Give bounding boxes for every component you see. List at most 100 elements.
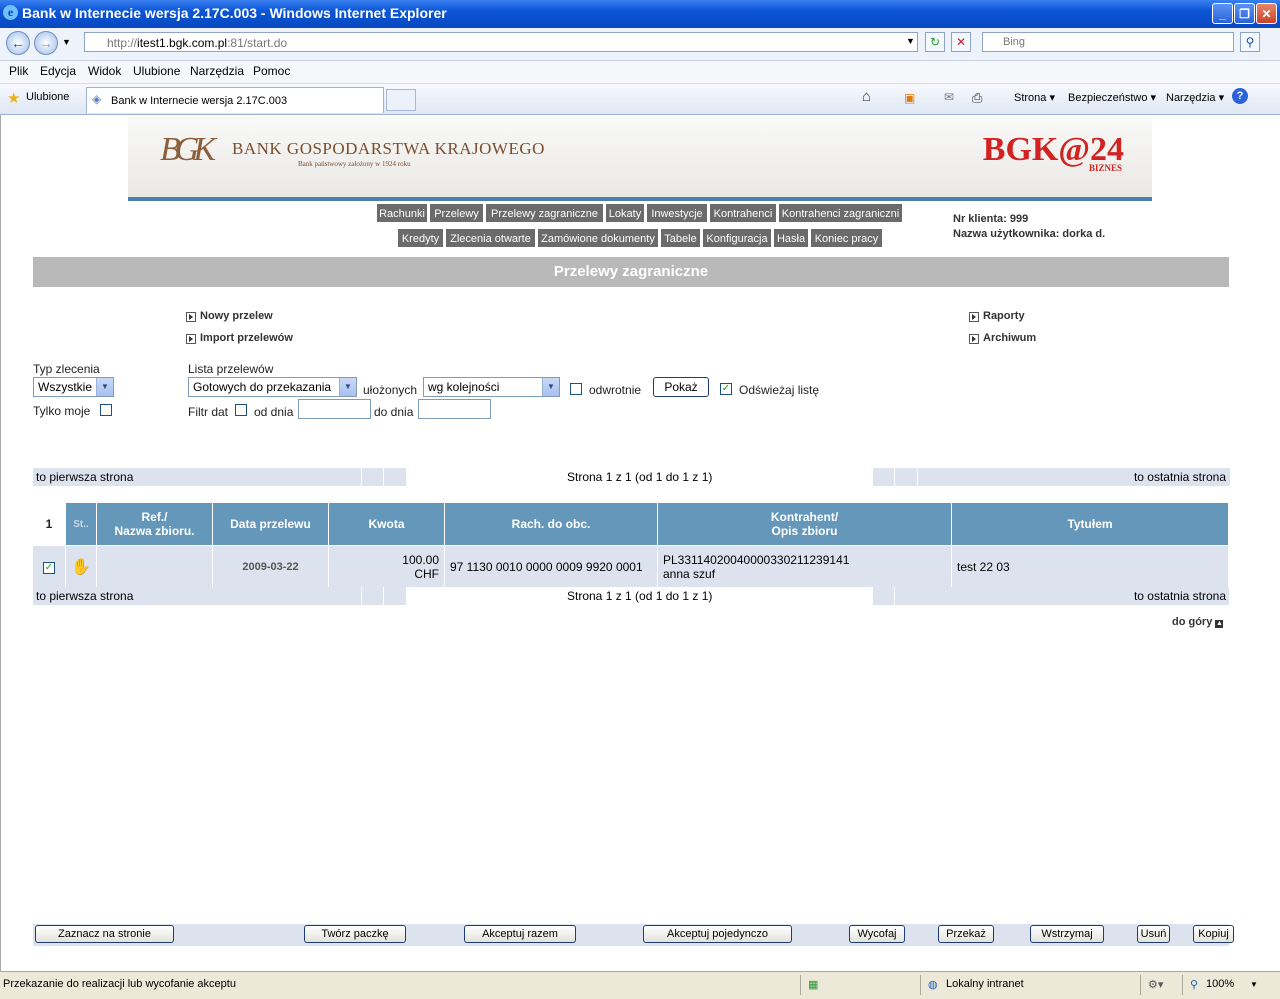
- transfer-list-select[interactable]: Gotowych do przekazania ▼: [188, 377, 357, 397]
- refresh-list-label: Odświeżaj listę: [739, 383, 820, 397]
- refresh-icon[interactable]: ↻: [925, 32, 945, 52]
- bank-name: BANK GOSPODARSTWA KRAJOWEGO: [232, 139, 545, 158]
- sorted-label: ułożonych: [363, 383, 418, 397]
- table-row[interactable]: ✓ ✋ 2009-03-22 100.00 CHF 97 1130 0010 00…: [33, 545, 1229, 587]
- favorites-button[interactable]: Ulubione: [26, 91, 69, 103]
- nav-lokaty[interactable]: Lokaty: [605, 203, 645, 223]
- menu-narzedzia[interactable]: Narzędzia: [190, 64, 244, 78]
- last-page-link[interactable]: to ostatnia strona: [1134, 470, 1226, 484]
- status-column-header[interactable]: St..: [65, 503, 97, 546]
- nav-zamowione-dokumenty[interactable]: Zamówione dokumenty: [537, 228, 659, 248]
- contractor-column-header[interactable]: Kontrahent/Opis zbioru: [657, 503, 952, 546]
- only-mine-checkbox[interactable]: [100, 404, 112, 416]
- tab-active[interactable]: Bank w Internecie wersja 2.17C.003: [86, 87, 384, 113]
- nav-kredyty[interactable]: Kredyty: [397, 228, 444, 248]
- menu-pomoc[interactable]: Pomoc: [253, 64, 290, 78]
- search-input[interactable]: Bing: [982, 32, 1234, 52]
- tools-menu[interactable]: Narzędzia ▾: [1166, 91, 1224, 104]
- security-menu[interactable]: Bezpieczeństwo ▾: [1068, 91, 1156, 104]
- sort-select[interactable]: wg kolejności ▼: [423, 377, 560, 397]
- reverse-checkbox[interactable]: [570, 383, 582, 395]
- page-info: Strona 1 z 1 (od 1 do 1 z 1): [567, 589, 713, 603]
- nav-kontrahenci-zagraniczni[interactable]: Kontrahenci zagraniczni: [778, 203, 903, 223]
- zoom-icon[interactable]: ⚲: [1190, 978, 1198, 991]
- url-field[interactable]: http://itest1.bgk.com.pl:81/start.do: [84, 32, 918, 52]
- refresh-list-checkbox[interactable]: ✓: [720, 383, 732, 395]
- to-date-input[interactable]: [418, 399, 491, 419]
- last-page-link[interactable]: to ostatnia strona: [1134, 589, 1226, 603]
- nav-zlecenia-otwarte[interactable]: Zlecenia otwarte: [445, 228, 536, 248]
- maximize-button[interactable]: ❐: [1234, 3, 1255, 24]
- accept-together-button[interactable]: Akceptuj razem: [464, 925, 576, 943]
- section-title: Przelewy zagraniczne: [33, 257, 1229, 287]
- copy-button[interactable]: Kopiuj: [1193, 925, 1234, 943]
- delete-button[interactable]: Usuń: [1137, 925, 1170, 943]
- show-button[interactable]: Pokaż: [653, 377, 709, 397]
- nav-przelewy[interactable]: Przelewy: [429, 203, 484, 223]
- select-all-count: 1: [33, 503, 66, 546]
- order-type-select[interactable]: Wszystkie ▼: [33, 377, 114, 397]
- suspend-button[interactable]: Wstrzymaj: [1030, 925, 1104, 943]
- create-package-button[interactable]: Twórz paczkę: [304, 925, 406, 943]
- bank-banner: BGK BANK GOSPODARSTWA KRAJOWEGO Bank pań…: [128, 117, 1152, 201]
- strona-menu[interactable]: Strona ▾: [1014, 91, 1055, 104]
- accept-individually-button[interactable]: Akceptuj pojedynczo: [643, 925, 792, 943]
- home-icon[interactable]: ⌂: [862, 88, 871, 105]
- nav-przelewy-zagraniczne[interactable]: Przelewy zagraniczne: [485, 203, 604, 223]
- nav-hasla[interactable]: Hasła: [773, 228, 809, 248]
- date-filter-checkbox[interactable]: [235, 404, 247, 416]
- zoom-level[interactable]: 100%: [1206, 978, 1234, 990]
- stop-icon[interactable]: ✕: [951, 32, 971, 52]
- rss-icon[interactable]: ▣: [904, 91, 915, 105]
- nav-kontrahenci[interactable]: Kontrahenci: [709, 203, 777, 223]
- archive-link[interactable]: Archiwum: [969, 332, 1036, 344]
- to-top-link[interactable]: do góry ▲: [1172, 616, 1224, 628]
- ref-cell: [96, 545, 213, 587]
- back-button[interactable]: ←: [6, 31, 30, 55]
- url-dropdown-icon[interactable]: ▼: [906, 36, 915, 46]
- select-page-button[interactable]: Zaznacz na stronie: [35, 925, 174, 943]
- nav-inwestycje[interactable]: Inwestycje: [646, 203, 708, 223]
- menu-bar: Plik Edycja Widok Ulubione Narzędzia Pom…: [0, 61, 1280, 84]
- nav-konfiguracja[interactable]: Konfiguracja: [702, 228, 772, 248]
- menu-edycja[interactable]: Edycja: [40, 64, 76, 78]
- transfer-button[interactable]: Przekaż: [938, 925, 994, 943]
- minimize-button[interactable]: _: [1212, 3, 1233, 24]
- nav-tabele[interactable]: Tabele: [660, 228, 701, 248]
- new-tab-button[interactable]: [386, 89, 416, 111]
- reports-link[interactable]: Raporty: [969, 310, 1025, 322]
- history-dropdown-icon[interactable]: ▼: [62, 37, 71, 47]
- transfers-table: 1 St.. Ref./Nazwa zbioru. Data przelewu …: [33, 503, 1229, 587]
- only-mine-label: Tylko moje: [33, 404, 91, 418]
- page-info: Strona 1 z 1 (od 1 do 1 z 1): [567, 470, 713, 484]
- close-button[interactable]: ✕: [1256, 3, 1277, 24]
- menu-plik[interactable]: Plik: [9, 64, 28, 78]
- forward-button[interactable]: →: [34, 31, 58, 55]
- import-transfers-link[interactable]: Import przelewów: [186, 332, 293, 344]
- first-page-link[interactable]: to pierwsza strona: [36, 589, 133, 603]
- first-page-link[interactable]: to pierwsza strona: [36, 470, 133, 484]
- chevron-down-icon: ▼: [542, 378, 559, 396]
- title-column-header[interactable]: Tytułem: [951, 503, 1229, 546]
- date-column-header[interactable]: Data przelewu: [212, 503, 329, 546]
- client-number: Nr klienta: 999: [953, 213, 1029, 225]
- ref-column-header[interactable]: Ref./Nazwa zbioru.: [96, 503, 213, 546]
- print-icon[interactable]: ⎙: [972, 90, 982, 106]
- account-column-header[interactable]: Rach. do obc.: [444, 503, 658, 546]
- withdraw-button[interactable]: Wycofaj: [849, 925, 905, 943]
- amount-column-header[interactable]: Kwota: [328, 503, 445, 546]
- nav-rachunki[interactable]: Rachunki: [376, 203, 428, 223]
- menu-ulubione[interactable]: Ulubione: [133, 64, 180, 78]
- handshake-icon[interactable]: ✋: [65, 545, 97, 587]
- help-icon[interactable]: ?: [1232, 88, 1248, 104]
- protected-mode-icon[interactable]: ⚙▾: [1148, 978, 1163, 991]
- mail-icon[interactable]: ✉: [944, 90, 954, 104]
- search-icon[interactable]: ⚲: [1240, 32, 1260, 52]
- new-transfer-link[interactable]: Nowy przelew: [186, 310, 273, 322]
- row-checkbox[interactable]: ✓: [43, 562, 55, 574]
- star-icon[interactable]: ★: [7, 89, 20, 107]
- nav-koniec-pracy[interactable]: Koniec pracy: [810, 228, 883, 248]
- menu-widok[interactable]: Widok: [88, 64, 121, 78]
- from-date-input[interactable]: [298, 399, 371, 419]
- zoom-dropdown-icon[interactable]: ▼: [1250, 980, 1258, 989]
